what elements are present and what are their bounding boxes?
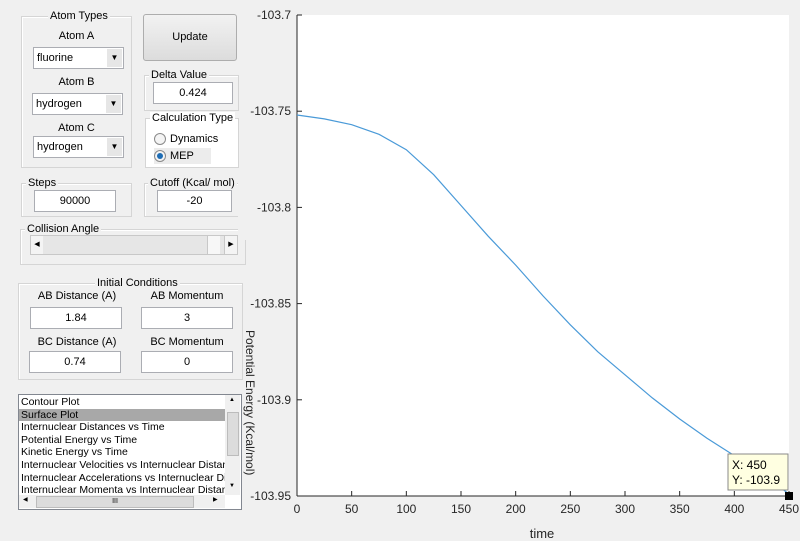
ab-distance-input[interactable]: 1.84 bbox=[30, 307, 122, 329]
scroll-right-icon[interactable]: ▶ bbox=[213, 496, 218, 503]
update-button[interactable]: Update bbox=[143, 14, 237, 61]
cutoff-input[interactable]: -20 bbox=[157, 190, 232, 212]
y-axis-label: Potential Energy (Kcal/mol) bbox=[243, 330, 257, 475]
y-tick-label: -103.7 bbox=[257, 8, 291, 22]
initial-conditions-panel: Initial Conditions AB Distance (A) 1.84 … bbox=[18, 277, 243, 380]
hscroll-thumb[interactable]: III bbox=[36, 496, 194, 508]
atom-b-label: Atom B bbox=[58, 76, 95, 88]
update-label: Update bbox=[172, 31, 208, 43]
bc-distance-label: BC Distance (A) bbox=[37, 336, 117, 348]
cutoff-title: Cutoff (Kcal/ mol) bbox=[148, 177, 237, 189]
list-item-selected[interactable]: Surface Plot bbox=[19, 408, 225, 422]
x-tick-label: 400 bbox=[724, 502, 744, 516]
calculation-type-panel: Calculation Type Dynamics MEP bbox=[145, 112, 239, 168]
ab-momentum-input[interactable]: 3 bbox=[141, 307, 233, 329]
datatip-marker[interactable] bbox=[785, 492, 793, 500]
initial-title: Initial Conditions bbox=[95, 277, 180, 289]
plot-type-listbox[interactable]: Contour Plot Surface Plot Internuclear D… bbox=[18, 394, 242, 510]
radio-mep[interactable]: MEP bbox=[154, 148, 211, 164]
ab-distance-label: AB Distance (A) bbox=[37, 290, 117, 302]
x-tick-label: 50 bbox=[345, 502, 359, 516]
label-occluder bbox=[238, 170, 246, 240]
radio-icon bbox=[154, 133, 166, 145]
bc-distance-input[interactable]: 0.74 bbox=[29, 351, 121, 373]
x-tick-label: 300 bbox=[615, 502, 635, 516]
steps-title: Steps bbox=[26, 177, 59, 189]
scroll-up-icon[interactable]: ▲ bbox=[229, 397, 235, 403]
x-tick-label: 150 bbox=[451, 502, 471, 516]
x-tick-label: 100 bbox=[396, 502, 416, 516]
atom-types-panel: Atom Types Atom A fluorine ▼ Atom B hydro… bbox=[21, 10, 132, 168]
delta-value-panel: Delta Value 0.424 bbox=[144, 69, 239, 111]
radio-mep-label: MEP bbox=[170, 150, 194, 162]
ab-momentum-label: AB Momentum bbox=[150, 290, 224, 302]
x-tick-label: 250 bbox=[560, 502, 580, 516]
x-tick-label: 350 bbox=[670, 502, 690, 516]
calc-type-title: Calculation Type bbox=[150, 112, 236, 124]
bc-momentum-input[interactable]: 0 bbox=[141, 351, 233, 373]
bc-momentum-label: BC Momentum bbox=[150, 336, 224, 348]
y-tick-label: -103.9 bbox=[257, 393, 291, 407]
collision-angle-slider[interactable]: ◀ ▶ bbox=[30, 235, 238, 255]
atom-a-select[interactable]: fluorine ▼ bbox=[33, 47, 124, 69]
x-tick-label: 450 bbox=[779, 502, 799, 516]
vertical-scrollbar[interactable]: ▲ ▼ bbox=[225, 395, 240, 495]
list-item[interactable]: Internuclear Velocities vs Internuclear … bbox=[19, 459, 225, 472]
list-item[interactable]: Kinetic Energy vs Time bbox=[19, 446, 225, 459]
scroll-right-icon[interactable]: ▶ bbox=[224, 236, 237, 254]
list-item[interactable]: Contour Plot bbox=[19, 396, 225, 409]
plot-area bbox=[297, 15, 789, 496]
y-tick-label: -103.8 bbox=[257, 200, 291, 214]
atom-a-label: Atom A bbox=[58, 30, 95, 42]
steps-input[interactable]: 90000 bbox=[34, 190, 116, 212]
datatip-box[interactable] bbox=[727, 453, 789, 491]
scroll-thumb[interactable] bbox=[227, 412, 239, 456]
scroll-left-icon[interactable]: ◀ bbox=[23, 496, 28, 503]
steps-panel: Steps 90000 bbox=[21, 177, 132, 217]
chevron-down-icon[interactable]: ▼ bbox=[106, 95, 121, 113]
atom-types-title: Atom Types bbox=[48, 10, 110, 22]
y-tick-label: -103.85 bbox=[250, 297, 291, 311]
atom-b-value: hydrogen bbox=[36, 98, 82, 110]
atom-b-select[interactable]: hydrogen ▼ bbox=[32, 93, 123, 115]
delta-title: Delta Value bbox=[149, 69, 210, 81]
collision-title: Collision Angle bbox=[25, 223, 102, 235]
scroll-down-icon[interactable]: ▼ bbox=[229, 483, 235, 489]
radio-dynamics-label: Dynamics bbox=[170, 133, 219, 145]
y-tick-label: -103.75 bbox=[250, 104, 291, 118]
x-axis-label: time bbox=[530, 526, 555, 541]
series-line bbox=[296, 114, 790, 495]
scroll-left-icon[interactable]: ◀ bbox=[31, 236, 43, 254]
radio-selected-icon bbox=[154, 150, 166, 162]
list-item[interactable]: Internuclear Accelerations vs Internucle… bbox=[19, 472, 225, 485]
list-items: Contour Plot Surface Plot Internuclear D… bbox=[19, 396, 225, 497]
list-item[interactable]: Internuclear Distances vs Time bbox=[19, 421, 225, 434]
datatip-x: X: 450 bbox=[732, 458, 767, 472]
y-tick-label: -103.95 bbox=[250, 489, 291, 503]
atom-c-value: hydrogen bbox=[37, 141, 83, 153]
horizontal-scrollbar[interactable]: ◀ III ▶ bbox=[19, 495, 225, 508]
atom-c-select[interactable]: hydrogen ▼ bbox=[33, 136, 124, 158]
collision-angle-panel: Collision Angle ◀ ▶ bbox=[20, 223, 246, 265]
atom-c-label: Atom C bbox=[58, 122, 95, 134]
x-tick-label: 200 bbox=[506, 502, 526, 516]
x-tick-label: 0 bbox=[294, 502, 301, 516]
datatip-y: Y: -103.9 bbox=[732, 473, 780, 487]
list-item[interactable]: Potential Energy vs Time bbox=[19, 434, 225, 447]
radio-dynamics[interactable]: Dynamics bbox=[154, 131, 218, 147]
delta-value-input[interactable]: 0.424 bbox=[153, 82, 233, 104]
chevron-down-icon[interactable]: ▼ bbox=[107, 138, 122, 156]
cutoff-panel: Cutoff (Kcal/ mol) -20 bbox=[144, 177, 240, 217]
grip-icon: III bbox=[112, 498, 118, 505]
chevron-down-icon[interactable]: ▼ bbox=[107, 49, 122, 67]
atom-a-value: fluorine bbox=[37, 52, 74, 64]
slider-thumb[interactable] bbox=[207, 236, 220, 254]
